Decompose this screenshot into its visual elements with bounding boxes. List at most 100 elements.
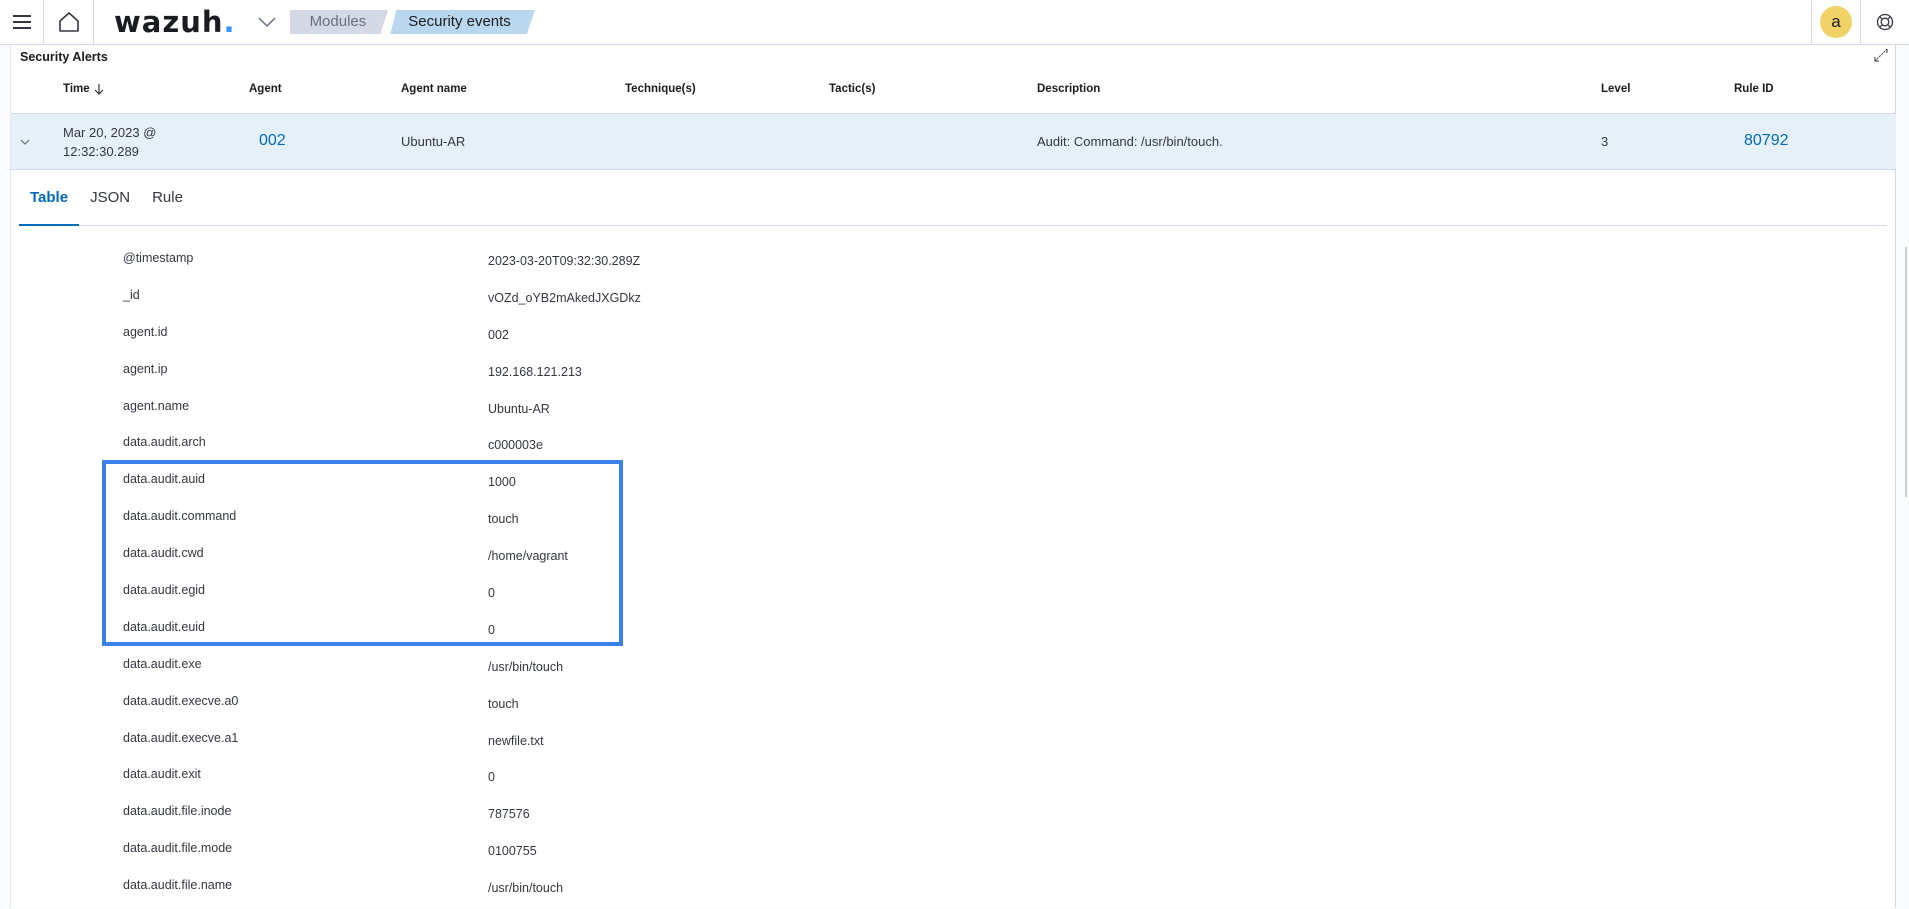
agent-id-link[interactable]: 002 (259, 132, 286, 150)
detail-row: data.audit.exe/usr/bin/touch (11, 651, 1897, 688)
detail-row: data.audit.command touch (11, 503, 1897, 540)
detail-row: data.audit.file.name/usr/bin/touch (11, 872, 1897, 909)
detail-row: data.audit.exit 0 (11, 761, 1897, 798)
detail-row: data.audit.file.inode 787576 (11, 798, 1897, 835)
alert-level: 3 (1601, 134, 1609, 149)
field-key: data.audit.file.inode (123, 804, 232, 819)
alert-description: Audit: Command: /usr/bin/touch. (1037, 134, 1223, 149)
sort-descending-icon (94, 83, 104, 95)
field-value: newfile.txt (488, 733, 544, 748)
panel-title: Security Alerts (20, 50, 108, 64)
column-header-description[interactable]: Description (1037, 83, 1100, 95)
breadcrumb-security-events[interactable]: Security events (390, 10, 535, 34)
field-value: c000003e (488, 438, 543, 453)
field-value: 0 (488, 622, 495, 637)
field-value: Ubuntu-AR (488, 401, 550, 416)
column-header-tactics[interactable]: Tactic(s) (829, 83, 875, 95)
column-header-techniques[interactable]: Technique(s) (625, 83, 696, 95)
scrollbar-thumb[interactable] (1905, 247, 1907, 497)
detail-row: @timestamp 2023-03-20T09:32:30.289Z (11, 245, 1897, 282)
detail-row: data.audit.arch c000003e (11, 429, 1897, 466)
field-key: data.audit.file.mode (123, 841, 233, 856)
chevron-down-icon (20, 139, 30, 145)
field-value: 0 (488, 770, 495, 785)
field-value: /home/vagrant (488, 549, 568, 564)
tab-rule[interactable]: Rule (141, 169, 194, 225)
field-value: touch (488, 512, 519, 527)
field-key: data.audit.command (123, 509, 237, 524)
breadcrumb-modules[interactable]: Modules (290, 10, 389, 34)
field-key: _id (123, 287, 140, 302)
field-key: data.audit.exit (123, 767, 201, 782)
avatar[interactable]: a (1820, 6, 1852, 38)
column-header-level[interactable]: Level (1601, 83, 1630, 95)
fullscreen-button[interactable] (1873, 47, 1889, 63)
field-value: 1000 (488, 475, 516, 490)
field-key: data.audit.cwd (123, 546, 204, 561)
field-key: data.audit.execve.a0 (123, 693, 239, 708)
page-scrollbar[interactable] (1896, 45, 1909, 908)
tab-table[interactable]: Table (19, 169, 80, 226)
field-key: @timestamp (123, 251, 194, 265)
chevron-down-icon (258, 17, 276, 27)
column-header-time[interactable]: Time (63, 83, 104, 95)
field-value: vOZd_oYB2mAkedJXGDkz (488, 290, 641, 305)
user-menu: a (1811, 0, 1860, 45)
field-value: /usr/bin/touch (488, 881, 564, 896)
home-button[interactable] (44, 0, 94, 45)
hamburger-menu-icon (12, 15, 31, 29)
field-key: agent.name (123, 398, 190, 413)
field-value: 002 (488, 327, 509, 342)
field-key: agent.id (123, 324, 168, 339)
detail-row: data.audit.file.mode 0100755 (11, 835, 1897, 872)
alert-clock: 12:32:30.289 (63, 144, 139, 159)
field-key: data.audit.auid (123, 472, 206, 487)
help-lifebuoy-icon (1876, 13, 1894, 31)
home-icon (58, 12, 79, 32)
field-value: 2023-03-20T09:32:30.289Z (488, 254, 641, 268)
detail-tabs: Table JSON Rule (19, 170, 1887, 226)
field-value: 787576 (488, 807, 530, 822)
help-button[interactable] (1860, 0, 1909, 45)
field-key: data.audit.euid (123, 619, 206, 634)
detail-row: data.audit.execve.a0 touch (11, 688, 1897, 725)
detail-table: @timestamp 2023-03-20T09:32:30.289Z _id vOZ… (11, 245, 1897, 909)
column-header-agent[interactable]: Agent (249, 83, 282, 95)
alert-date: Mar 20, 2023 @ (63, 125, 157, 140)
logo-dot: . (223, 5, 236, 39)
rule-id-link[interactable]: 80792 (1744, 132, 1789, 150)
detail-row: agent.name Ubuntu-AR (11, 393, 1897, 430)
collapse-row-button[interactable] (17, 134, 33, 150)
detail-row: agent.id 002 (11, 319, 1897, 356)
wazuh-logo[interactable]: wazuh. (114, 5, 236, 39)
expand-arrows-icon (1874, 48, 1888, 62)
top-nav-bar: wazuh. Modules Security events a (0, 0, 1909, 45)
breadcrumb: Modules Security events (290, 10, 535, 34)
field-value: touch (488, 696, 519, 711)
detail-row: data.audit.euid 0 (11, 614, 1897, 651)
field-value: 0 (488, 586, 495, 601)
field-key: data.audit.file.name (123, 878, 233, 893)
tab-json[interactable]: JSON (79, 169, 141, 225)
detail-row: data.audit.cwd/home/vagrant (11, 540, 1897, 577)
table-row[interactable]: Mar 20, 2023 @ 12:32:30.289 002 Ubuntu-A… (11, 114, 1897, 170)
table-header: Time Agent Agent name Technique(s) Tacti… (11, 67, 1897, 114)
field-key: data.audit.egid (123, 583, 206, 598)
field-key: data.audit.execve.a1 (123, 730, 239, 745)
security-alerts-panel: Security Alerts Time Agent Agent name Te… (10, 45, 1897, 909)
logo-text: wazuh (114, 5, 224, 39)
alert-time: Mar 20, 2023 @ 12:32:30.289 (63, 123, 156, 161)
field-value: /usr/bin/touch (488, 659, 564, 674)
field-key: data.audit.exe (123, 656, 202, 671)
column-header-agent-name[interactable]: Agent name (401, 83, 467, 95)
detail-row: data.audit.egid 0 (11, 577, 1897, 614)
detail-row: agent.ip 192.168.121.213 (11, 356, 1897, 393)
menu-button[interactable] (0, 0, 44, 45)
field-value: 192.168.121.213 (488, 364, 582, 379)
field-key: data.audit.arch (123, 435, 206, 450)
detail-row: _id vOZd_oYB2mAkedJXGDkz (11, 282, 1897, 319)
column-header-rule-id[interactable]: Rule ID (1734, 83, 1774, 95)
alert-agent-name: Ubuntu-AR (401, 134, 466, 149)
app-switcher-button[interactable] (256, 11, 278, 33)
detail-row: data.audit.execve.a1 newfile.txt (11, 725, 1897, 762)
